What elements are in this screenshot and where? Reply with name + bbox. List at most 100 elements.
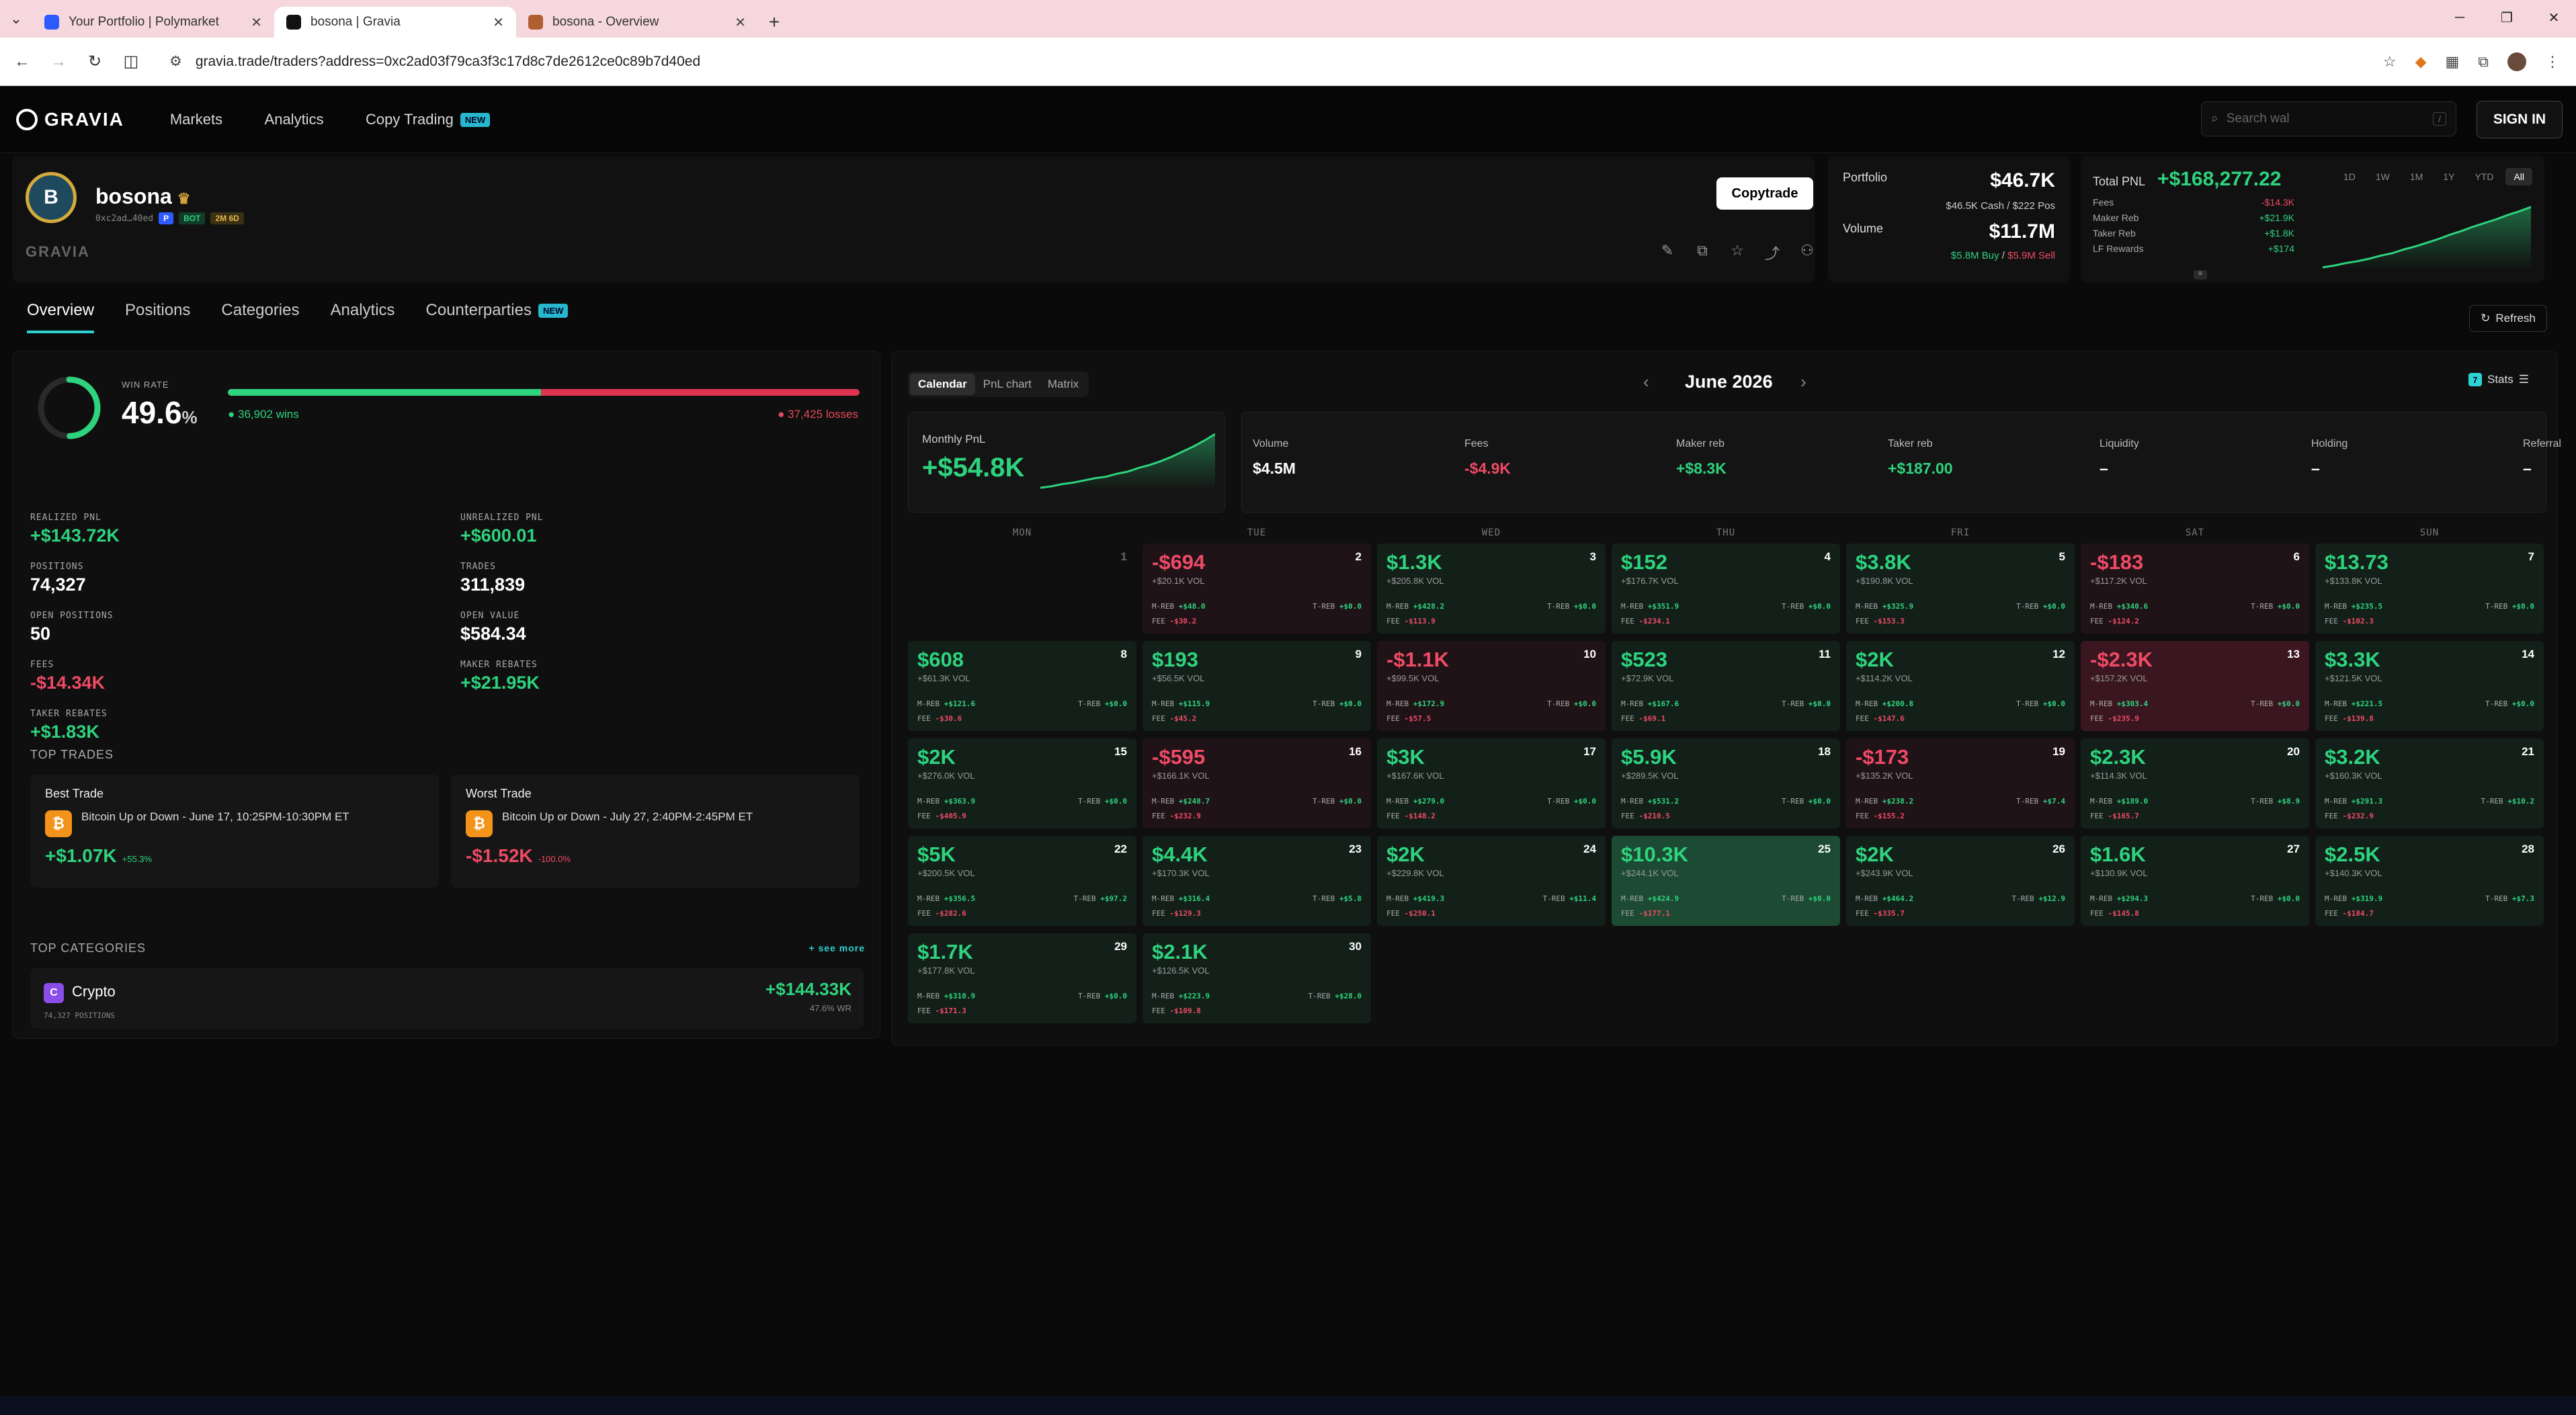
calendar-day[interactable]: 4 $152 +$176.7K VOL M-REB +$351.9 T-REB +$0.… — [1612, 544, 1840, 634]
day-taker-rebate: T-REB +$0.0 — [1313, 797, 1362, 806]
wallet-search[interactable]: ⌕ Search wal / — [2201, 101, 2456, 136]
range-ytd[interactable]: YTD — [2466, 168, 2501, 185]
range-1y[interactable]: 1Y — [2435, 168, 2462, 185]
calendar-day[interactable]: 14 $3.3K +$121.5K VOL M-REB +$221.5 T-REB +$… — [2315, 641, 2544, 731]
calendar-day[interactable]: 28 $2.5K +$140.3K VOL M-REB +$319.9 T-REB +$… — [2315, 836, 2544, 926]
day-maker-rebate: M-REB +$200.8 — [1856, 699, 1913, 708]
bookmark-star-icon[interactable]: ☆ — [2383, 53, 2397, 71]
metamask-extension-icon[interactable]: ◆ — [2415, 53, 2427, 71]
minimize-icon[interactable]: ─ — [2440, 0, 2480, 35]
new-tab-button[interactable]: + — [758, 7, 790, 38]
wallet-address[interactable]: 0xc2ad…40ed — [95, 214, 153, 224]
calendar-day[interactable]: 13 -$2.3K +$157.2K VOL M-REB +$303.4 T-REB +… — [2081, 641, 2309, 731]
reload-icon[interactable]: ↻ — [77, 44, 113, 80]
category-row-crypto[interactable]: C Crypto 74,327 POSITIONS +$144.33K 47.6… — [30, 968, 864, 1029]
calendar-day[interactable]: 6 -$183 +$117.2K VOL M-REB +$340.6 T-REB +$0… — [2081, 544, 2309, 634]
extensions-puzzle-icon[interactable]: ⧉ — [2478, 53, 2489, 71]
weekday-tue: TUE — [1247, 527, 1267, 538]
split-view-icon[interactable]: ◫ — [113, 44, 149, 80]
calendar-day[interactable]: 26 $2K +$243.9K VOL M-REB +$464.2 T-REB +$12… — [1846, 836, 2075, 926]
wins-text: 36,902 wins — [238, 408, 299, 421]
collapse-handle-icon[interactable]: ≡ — [2194, 270, 2207, 280]
calendar-day[interactable]: 18 $5.9K +$289.5K VOL M-REB +$531.2 T-REB +$… — [1612, 738, 1840, 828]
star-icon[interactable]: ☆ — [1727, 242, 1747, 263]
close-window-icon[interactable]: ✕ — [2534, 0, 2574, 35]
tab-close-icon[interactable]: ✕ — [493, 14, 504, 31]
prev-month-icon[interactable]: ‹ — [1643, 372, 1649, 392]
gravia-logo[interactable]: GRAVIA — [16, 108, 124, 130]
range-1w[interactable]: 1W — [2368, 168, 2398, 185]
browser-menu-icon[interactable]: ⋮ — [2545, 53, 2560, 71]
follow-user-icon[interactable]: ⚇ — [1797, 242, 1817, 263]
calendar-day[interactable]: 16 -$595 +$166.1K VOL M-REB +$248.7 T-REB +$… — [1142, 738, 1371, 828]
worst-trade-card[interactable]: Worst Trade ₿ Bitcoin Up or Down - July 2… — [451, 775, 860, 888]
tab-search-icon[interactable]: ⌄ — [0, 0, 32, 38]
tab-overview[interactable]: Overview — [27, 301, 95, 333]
profile-avatar-icon[interactable] — [2507, 52, 2526, 71]
calendar-day[interactable]: 2 -$694 +$20.1K VOL M-REB +$48.0 T-REB +$0.0… — [1142, 544, 1371, 634]
nav-copy-trading[interactable]: Copy Trading NEW — [366, 111, 491, 128]
range-1d[interactable]: 1D — [2335, 168, 2364, 185]
calendar-day[interactable]: 5 $3.8K +$190.8K VOL M-REB +$325.9 T-REB +$0… — [1846, 544, 2075, 634]
calendar-day[interactable]: 7 $13.73 +$133.8K VOL M-REB +$235.5 T-REB +$… — [2315, 544, 2544, 634]
tab-positions[interactable]: Positions — [125, 301, 190, 333]
browser-tab[interactable]: bosona - Overview ✕ — [516, 7, 758, 38]
share-icon[interactable]: ⤴ — [1762, 242, 1782, 263]
day-fee: FEE -$57.5 — [1386, 714, 1431, 723]
nav-markets[interactable]: Markets — [170, 111, 222, 128]
monthly-pnl-value: +$54.8K — [922, 453, 1025, 482]
tab-close-icon[interactable]: ✕ — [735, 14, 746, 31]
tab-categories[interactable]: Categories — [221, 301, 299, 333]
calendar-day[interactable]: 19 -$173 +$135.2K VOL M-REB +$238.2 T-REB +$… — [1846, 738, 2075, 828]
site-info-icon[interactable]: ⚙ — [169, 53, 182, 70]
back-icon[interactable]: ← — [4, 44, 40, 80]
nav-analytics[interactable]: Analytics — [265, 111, 324, 128]
calendar-day[interactable]: 12 $2K +$114.2K VOL M-REB +$200.8 T-REB +$0.… — [1846, 641, 2075, 731]
tab-label: Overview — [27, 301, 95, 319]
day-fee: FEE -$155.2 — [1856, 812, 1905, 820]
browser-tab[interactable]: bosona | Gravia ✕ — [274, 7, 516, 38]
calendar-day[interactable]: 20 $2.3K +$114.3K VOL M-REB +$189.0 T-REB +$… — [2081, 738, 2309, 828]
calendar-day[interactable]: 29 $1.7K +$177.8K VOL M-REB +$310.9 T-REB +$… — [908, 933, 1136, 1023]
view-calendar[interactable]: Calendar — [910, 374, 975, 395]
view-matrix[interactable]: Matrix — [1040, 374, 1087, 395]
best-trade-card[interactable]: Best Trade ₿ Bitcoin Up or Down - June 17… — [30, 775, 439, 888]
restore-icon[interactable]: ❐ — [2487, 0, 2527, 35]
range-1m[interactable]: 1M — [2402, 168, 2431, 185]
calendar-day[interactable]: 3 $1.3K +$205.8K VOL M-REB +$428.2 T-REB +$0… — [1377, 544, 1606, 634]
tab-close-icon[interactable]: ✕ — [251, 14, 262, 31]
calendar-day[interactable]: 24 $2K +$229.8K VOL M-REB +$419.3 T-REB +$11… — [1377, 836, 1606, 926]
stats-toggle[interactable]: 7 Stats ☰ — [2468, 373, 2529, 386]
sign-in-button[interactable]: SIGN IN — [2477, 101, 2563, 138]
calendar-day[interactable]: 27 $1.6K +$130.9K VOL M-REB +$294.3 T-REB +$… — [2081, 836, 2309, 926]
calendar-day[interactable]: 9 $193 +$56.5K VOL M-REB +$115.9 T-REB +$0.0… — [1142, 641, 1371, 731]
calendar-day[interactable]: 15 $2K +$276.0K VOL M-REB +$363.9 T-REB +$0.… — [908, 738, 1136, 828]
calendar-day[interactable]: 10 -$1.1K +$99.5K VOL M-REB +$172.9 T-REB +$… — [1377, 641, 1606, 731]
view-pnl-chart[interactable]: PnL chart — [975, 374, 1040, 395]
range-all[interactable]: All — [2505, 168, 2532, 185]
browser-tab[interactable]: Your Portfolio | Polymarket ✕ — [32, 7, 274, 38]
day-fee: FEE -$109.8 — [1152, 1006, 1201, 1015]
refresh-button[interactable]: ↻ Refresh — [2469, 305, 2547, 332]
stat-label: OPEN POSITIONS — [30, 611, 114, 621]
forward-icon[interactable]: → — [40, 44, 77, 80]
copytrade-button[interactable]: Copytrade — [1716, 177, 1813, 210]
calendar-day[interactable]: 30 $2.1K +$126.5K VOL M-REB +$223.9 T-REB +$… — [1142, 933, 1371, 1023]
next-month-icon[interactable]: › — [1800, 372, 1806, 392]
calendar-day[interactable]: 21 $3.2K +$160.3K VOL M-REB +$291.3 T-REB +$… — [2315, 738, 2544, 828]
see-more-link[interactable]: + see more — [808, 943, 865, 953]
url-field[interactable]: ⚙ gravia.trade/traders?address=0xc2ad03f… — [156, 46, 2367, 78]
calendar-day[interactable]: 22 $5K +$200.5K VOL M-REB +$356.5 T-REB +$97… — [908, 836, 1136, 926]
calendar-day[interactable]: 11 $523 +$72.9K VOL M-REB +$167.6 T-REB +$0.… — [1612, 641, 1840, 731]
extension-icon[interactable]: ▦ — [2445, 53, 2459, 71]
calendar-day[interactable]: 17 $3K +$167.6K VOL M-REB +$279.0 T-REB +$0.… — [1377, 738, 1606, 828]
edit-icon[interactable]: ✎ — [1657, 242, 1677, 263]
calendar-day[interactable]: 23 $4.4K +$170.3K VOL M-REB +$316.4 T-REB +$… — [1142, 836, 1371, 926]
browser-tab-bar: ⌄ Your Portfolio | Polymarket ✕ bosona | G… — [0, 0, 2576, 38]
calendar-day[interactable]: 25 $10.3K +$244.1K VOL M-REB +$424.9 T-REB +… — [1612, 836, 1840, 926]
copy-icon[interactable]: ⧉ — [1692, 242, 1712, 263]
tab-counterparties[interactable]: Counterparties NEW — [426, 301, 569, 333]
tab-analytics[interactable]: Analytics — [330, 301, 394, 333]
day-pnl: $152 — [1621, 550, 1667, 574]
calendar-day[interactable]: 8 $608 +$61.3K VOL M-REB +$121.6 T-REB +$0.0… — [908, 641, 1136, 731]
